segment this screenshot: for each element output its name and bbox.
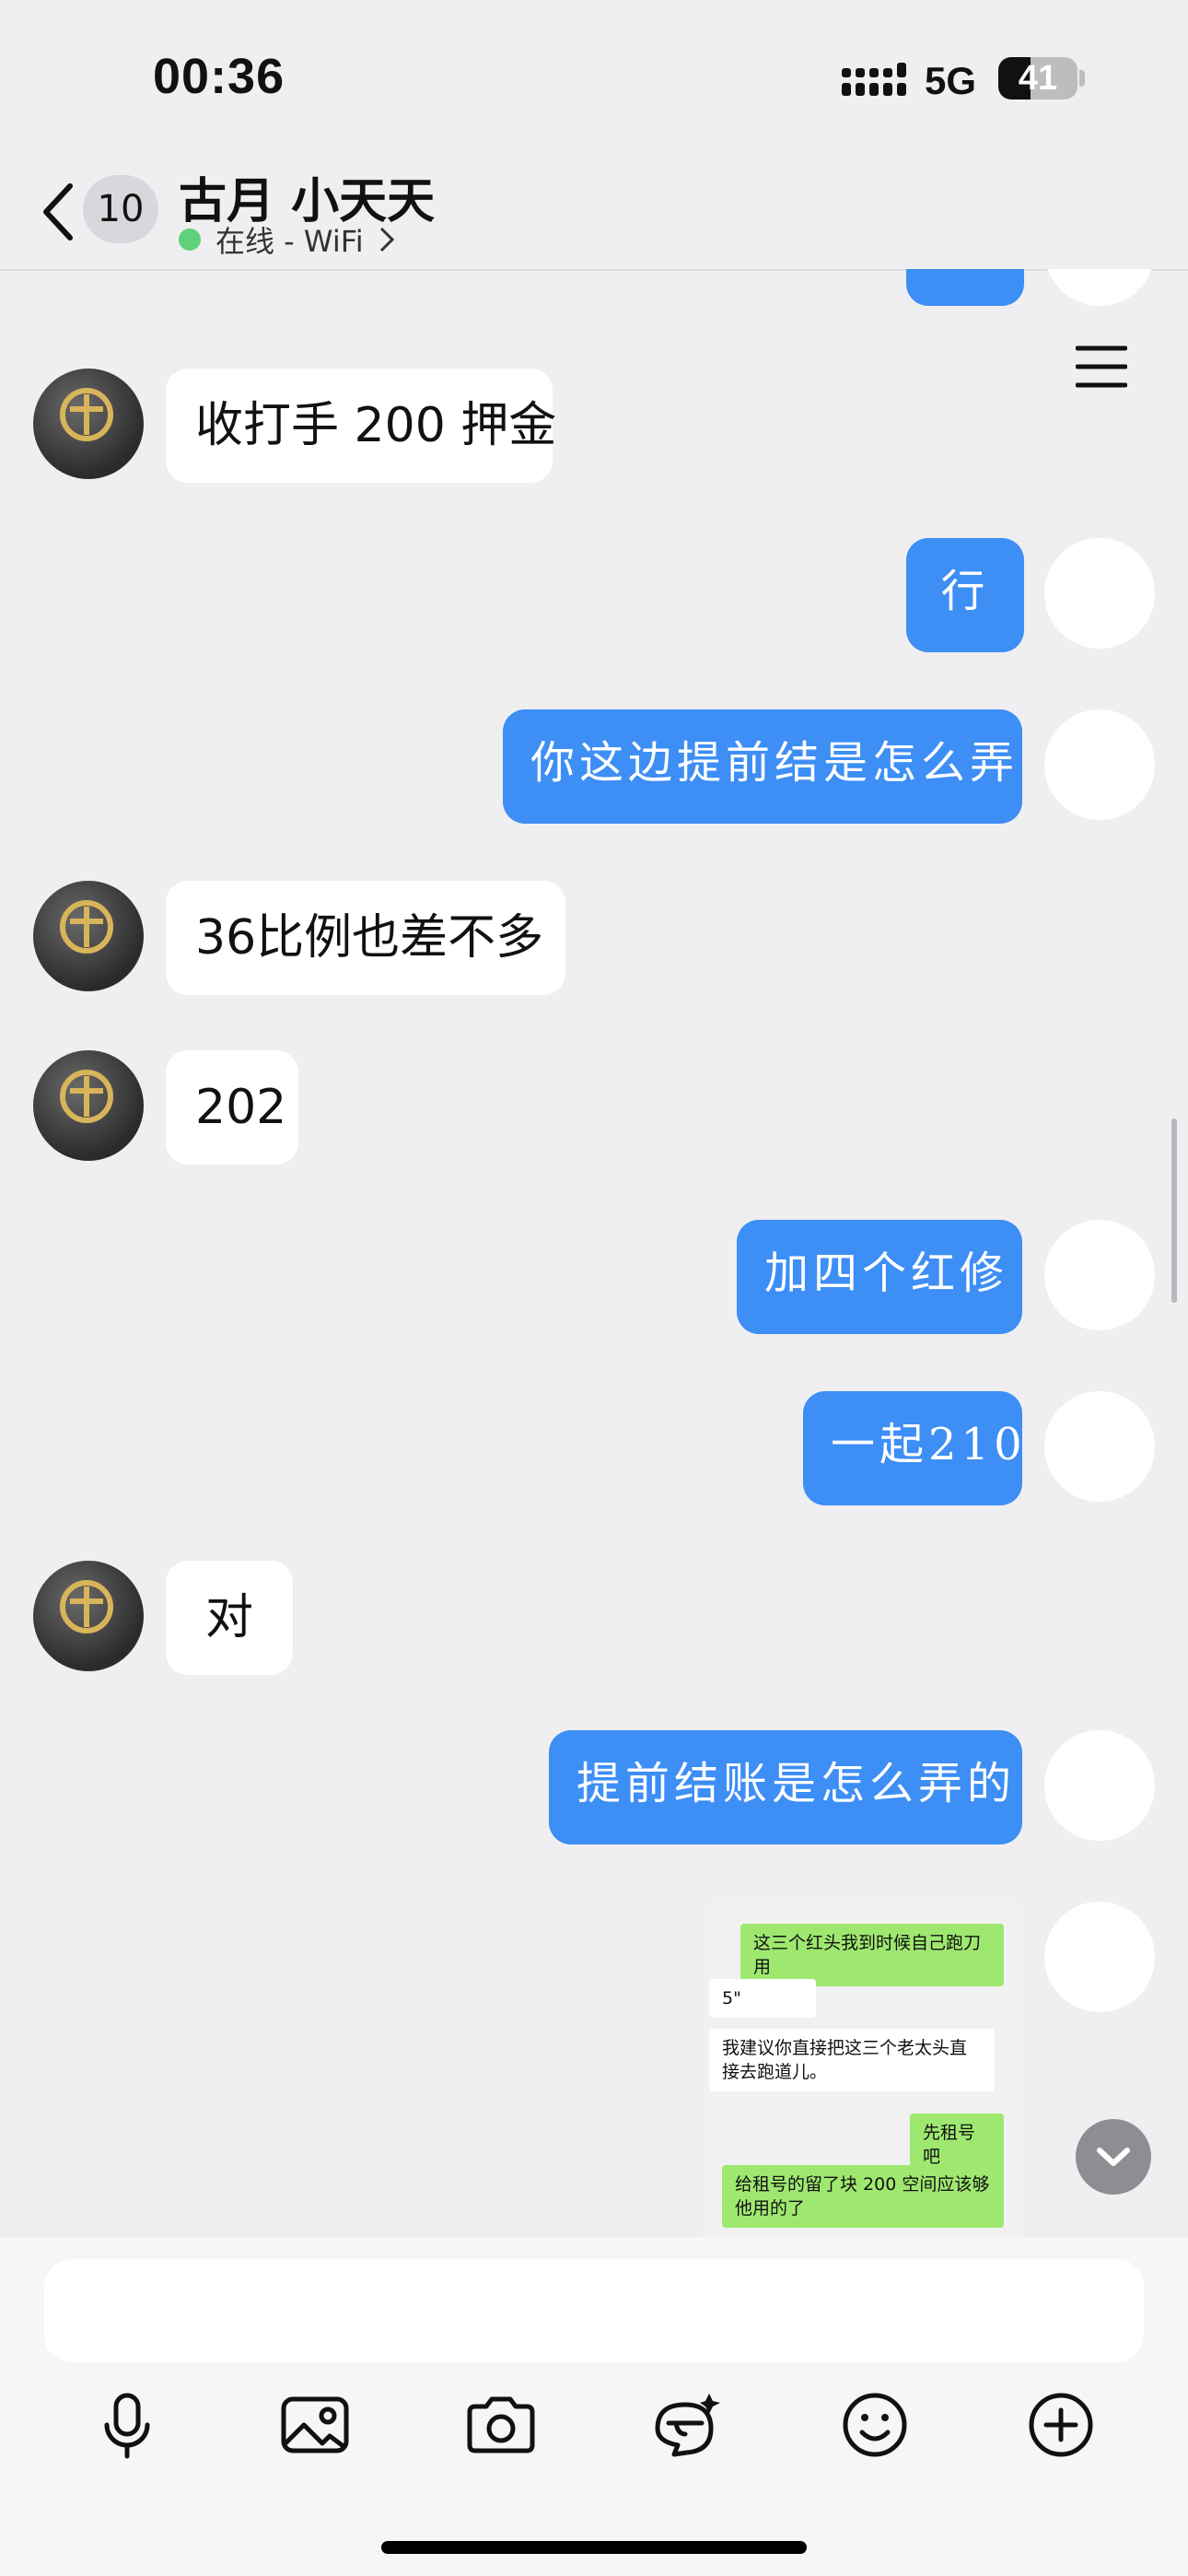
message-bubble-right[interactable]: 一起210 xyxy=(803,1391,1022,1505)
microphone-icon[interactable] xyxy=(88,2386,166,2464)
contact-avatar[interactable] xyxy=(33,1561,144,1671)
message-bubble-right[interactable]: 提前结账是怎么弄的 xyxy=(549,1730,1022,1844)
message-bubble-left[interactable]: 36比例也差不多 xyxy=(166,881,565,995)
message-bubble-left[interactable]: 收打手 200 押金 xyxy=(166,369,556,483)
home-indicator[interactable] xyxy=(381,2541,807,2554)
thumb-message: 给租号的留了块 200 空间应该够他用的了 xyxy=(722,2165,1004,2228)
scroll-to-bottom-button[interactable] xyxy=(1076,2119,1151,2195)
unread-count-badge[interactable]: 10 xyxy=(83,175,158,243)
chevron-down-icon xyxy=(1097,2148,1130,2166)
contact-avatar[interactable] xyxy=(33,881,144,991)
signal-icon xyxy=(842,63,906,96)
message-list[interactable]: 收打手 200 押金 行 你这边提前结是怎么弄 36比例也差不多 202 加四个… xyxy=(0,269,1188,2237)
thumb-message: 这三个红头我到时候自己跑刀用 xyxy=(740,1924,1004,1986)
battery-icon: 41 xyxy=(998,57,1077,100)
plus-icon[interactable] xyxy=(1022,2386,1100,2464)
message-bubble-right[interactable]: 你这边提前结是怎么弄 xyxy=(503,709,1022,824)
contact-avatar[interactable] xyxy=(33,369,144,479)
status-time: 00:36 xyxy=(153,49,285,104)
battery-level: 41 xyxy=(1018,59,1058,98)
thumb-message: 我建议你直接把这三个老太头直接去跑道儿。 xyxy=(709,2029,995,2091)
my-avatar[interactable] xyxy=(1044,1391,1155,1502)
contact-avatar[interactable] xyxy=(33,1050,144,1161)
message-bubble-right[interactable]: 加四个红修 xyxy=(737,1220,1022,1334)
my-avatar[interactable] xyxy=(1044,269,1155,306)
contact-status-text: 在线 - WiFi xyxy=(215,224,364,259)
image-message[interactable]: 这三个红头我到时候自己跑刀用 5" 我建议你直接把这三个老太头直接去跑道儿。 先… xyxy=(704,1902,1022,2237)
status-bar: 00:36 5G 41 xyxy=(0,0,1188,157)
image-icon[interactable] xyxy=(276,2386,354,2464)
scroll-indicator[interactable] xyxy=(1171,1118,1177,1303)
chevron-right-icon xyxy=(379,227,394,252)
my-avatar[interactable] xyxy=(1044,1220,1155,1330)
message-bubble-left[interactable]: 202 xyxy=(166,1050,298,1165)
camera-icon[interactable] xyxy=(462,2386,540,2464)
message-bubble-right[interactable]: 行 xyxy=(906,538,1024,652)
online-dot-icon xyxy=(179,228,201,251)
thumb-voice-message: 5" xyxy=(709,1979,816,2018)
red-packet-icon[interactable] xyxy=(648,2386,726,2464)
my-avatar[interactable] xyxy=(1044,538,1155,649)
my-avatar[interactable] xyxy=(1044,709,1155,820)
message-bubble-right[interactable] xyxy=(906,269,1024,306)
battery-nub xyxy=(1079,70,1085,87)
message-bubble-left[interactable]: 对 xyxy=(166,1561,293,1675)
message-input[interactable] xyxy=(44,2259,1144,2362)
my-avatar[interactable] xyxy=(1044,1902,1155,2012)
back-arrow-icon[interactable] xyxy=(31,175,87,249)
contact-status[interactable]: 在线 - WiFi xyxy=(179,221,395,259)
network-type: 5G xyxy=(925,59,977,102)
my-avatar[interactable] xyxy=(1044,1730,1155,1841)
emoji-icon[interactable] xyxy=(836,2386,914,2464)
